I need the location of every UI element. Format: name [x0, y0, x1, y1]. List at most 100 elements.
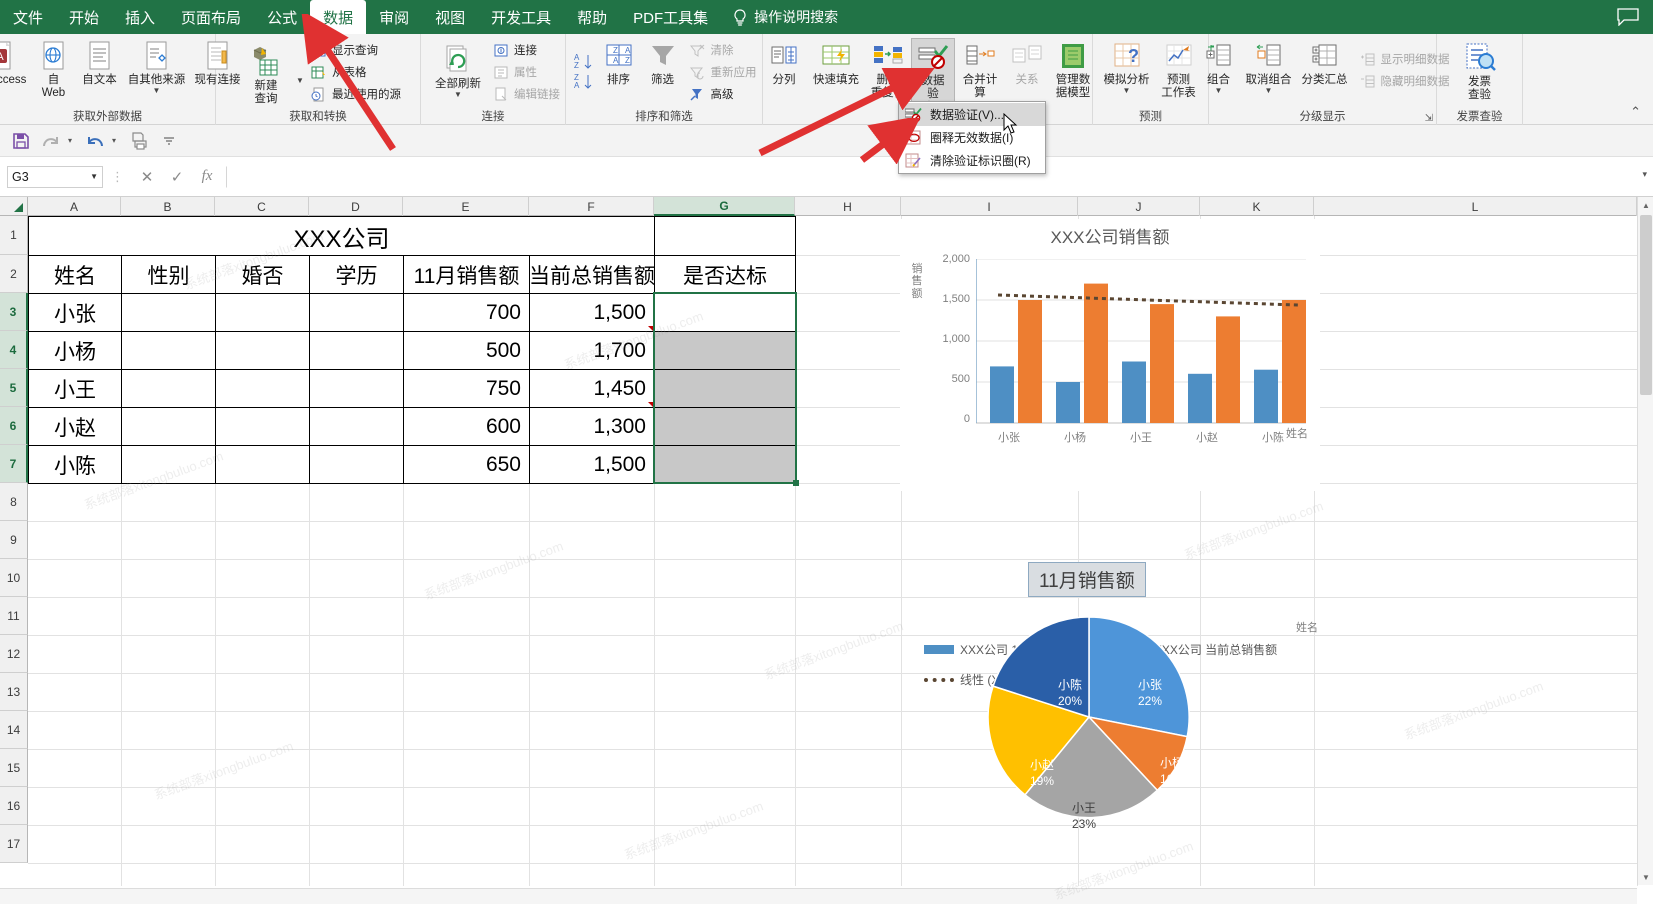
cell-married-4[interactable]	[215, 407, 310, 446]
cell-education-3[interactable]	[309, 369, 404, 408]
chevron-down-icon[interactable]: ▼	[153, 88, 161, 94]
cell-name-4[interactable]: 小赵	[28, 407, 122, 446]
print-preview-icon[interactable]	[126, 129, 152, 153]
btn-subtotal[interactable]: 分类汇总	[1297, 38, 1353, 89]
row-header-6[interactable]: 6	[0, 407, 28, 445]
btn-consolidate[interactable]: 合并计算	[955, 38, 1005, 102]
btn-what-if-analysis[interactable]: ? 模拟分析 ▼	[1099, 38, 1155, 96]
btn-ungroup[interactable]: 取消组合 ▼	[1241, 38, 1297, 96]
btn-new-query[interactable]: 新建 查询	[238, 44, 294, 108]
outline-dialog-launcher[interactable]: ⇲	[1425, 113, 1433, 124]
name-box[interactable]: G3 ▼	[7, 166, 103, 188]
btn-show-queries[interactable]: 显示查询	[308, 39, 404, 61]
cell-total-sales-5[interactable]: 1,500	[529, 445, 655, 484]
btn-sort[interactable]: ZAAZ 排序	[597, 38, 641, 89]
save-icon[interactable]	[8, 129, 34, 153]
cell-gender-3[interactable]	[121, 369, 216, 408]
cell-married-3[interactable]	[215, 369, 310, 408]
undo-icon[interactable]	[82, 129, 108, 153]
cell-qualified-1[interactable]	[654, 293, 796, 332]
refresh-all-chevron-down-icon[interactable]: ▼	[454, 92, 462, 98]
cell-qualified-5[interactable]	[654, 445, 796, 484]
row-header-16[interactable]: 16	[0, 787, 28, 825]
column-header-E[interactable]: E	[403, 197, 529, 216]
cell-total-sales-1[interactable]: 1,500	[529, 293, 655, 332]
vertical-scrollbar[interactable]: ▲ ▼	[1637, 197, 1653, 885]
menu-item-clear-validation-circles[interactable]: 清除验证标识圈(R)	[899, 149, 1045, 172]
tab-file[interactable]: 文件	[0, 0, 56, 34]
column-header-K[interactable]: K	[1200, 197, 1314, 216]
bar-chart[interactable]: XXX公司销售额 销售额 2,000 1,500 1,000 500 0	[900, 219, 1320, 491]
group-chevron-down-icon[interactable]: ▼	[1215, 88, 1223, 94]
cell-qualified-3[interactable]	[654, 369, 796, 408]
column-header-L[interactable]: L	[1314, 197, 1637, 216]
cell-nov-sales-5[interactable]: 650	[403, 445, 530, 484]
column-header-G[interactable]: G	[654, 197, 795, 216]
header-cell-nov-sales[interactable]: 11月销售额	[403, 255, 530, 294]
btn-from-other-sources[interactable]: 自其他来源 ▼	[124, 38, 190, 96]
insert-function-icon[interactable]: fx	[192, 165, 222, 189]
column-header-J[interactable]: J	[1078, 197, 1200, 216]
row-header-13[interactable]: 13	[0, 673, 28, 711]
btn-group[interactable]: 组合 ▼	[1197, 38, 1241, 96]
header-cell-education[interactable]: 学历	[309, 255, 404, 294]
scroll-down-icon[interactable]: ▼	[1638, 869, 1653, 885]
menu-item-circle-invalid-data[interactable]: 圈释无效数据(I)	[899, 126, 1045, 149]
row-header-8[interactable]: 8	[0, 483, 28, 521]
redo-chevron-down-icon[interactable]: ▾	[68, 136, 78, 145]
cell-total-sales-2[interactable]: 1,700	[529, 331, 655, 370]
tell-me-search[interactable]: 操作说明搜索	[733, 0, 838, 34]
expand-formula-bar-icon[interactable]: ▾	[1642, 169, 1647, 180]
vertical-scroll-thumb[interactable]	[1640, 215, 1652, 395]
ungroup-chevron-down-icon[interactable]: ▼	[1265, 88, 1273, 94]
row-header-1[interactable]: 1	[0, 216, 28, 255]
header-cell-qualified[interactable]: 是否达标	[654, 255, 796, 294]
comment-icon[interactable]	[1617, 8, 1639, 26]
row-header-11[interactable]: 11	[0, 597, 28, 635]
selection-fill-handle[interactable]	[793, 480, 799, 486]
tab-page-layout[interactable]: 页面布局	[168, 0, 254, 34]
btn-refresh-all[interactable]: 全部刷新 ▼	[429, 42, 487, 100]
row-header-7[interactable]: 7	[0, 445, 28, 483]
cell-gender-1[interactable]	[121, 293, 216, 332]
pie-chart-title-box[interactable]: 11月销售额	[1028, 562, 1146, 597]
tab-view[interactable]: 视图	[422, 0, 478, 34]
btn-from-table[interactable]: 从表格	[308, 61, 404, 83]
undo-chevron-down-icon[interactable]: ▾	[112, 136, 122, 145]
column-header-F[interactable]: F	[529, 197, 654, 216]
cell-gender-4[interactable]	[121, 407, 216, 446]
row-header-17[interactable]: 17	[0, 825, 28, 863]
header-cell-total-sales[interactable]: 当前总销售额	[529, 255, 655, 294]
new-query-chevron-down-icon[interactable]: ▼	[296, 78, 304, 84]
horizontal-scrollbar[interactable]	[0, 888, 1637, 904]
cell-education-2[interactable]	[309, 331, 404, 370]
btn-filter[interactable]: 筛选	[641, 38, 685, 89]
btn-recent-sources[interactable]: 最近使用的源	[308, 83, 404, 105]
name-box-chevron-down-icon[interactable]: ▼	[90, 172, 98, 181]
cancel-icon[interactable]: ✕	[132, 165, 162, 189]
customize-qat-icon[interactable]	[156, 129, 182, 153]
header-cell-married[interactable]: 婚否	[215, 255, 310, 294]
tab-developer[interactable]: 开发工具	[478, 0, 564, 34]
column-header-C[interactable]: C	[215, 197, 309, 216]
collapse-ribbon-icon[interactable]: ⌃	[1630, 104, 1641, 120]
cell-nov-sales-3[interactable]: 750	[403, 369, 530, 408]
cell-qualified-2[interactable]	[654, 331, 796, 370]
btn-remove-duplicates[interactable]: 删除 重复值	[865, 38, 911, 102]
tab-home[interactable]: 开始	[56, 0, 112, 34]
cell-married-5[interactable]	[215, 445, 310, 484]
cell-nov-sales-1[interactable]: 700	[403, 293, 530, 332]
cell-gender-2[interactable]	[121, 331, 216, 370]
row-header-15[interactable]: 15	[0, 749, 28, 787]
tab-data[interactable]: 数据	[310, 0, 366, 34]
tab-insert[interactable]: 插入	[112, 0, 168, 34]
btn-flash-fill[interactable]: 快速填充	[807, 38, 865, 89]
cell-name-2[interactable]: 小杨	[28, 331, 122, 370]
row-header-2[interactable]: 2	[0, 255, 28, 293]
cell-title[interactable]: XXX公司	[28, 216, 655, 256]
cell-education-5[interactable]	[309, 445, 404, 484]
tab-help[interactable]: 帮助	[564, 0, 620, 34]
tab-pdf-tools[interactable]: PDF工具集	[620, 0, 721, 34]
menu-item-data-validation[interactable]: 数据验证(V)...	[899, 103, 1045, 126]
column-header-A[interactable]: A	[28, 197, 121, 216]
